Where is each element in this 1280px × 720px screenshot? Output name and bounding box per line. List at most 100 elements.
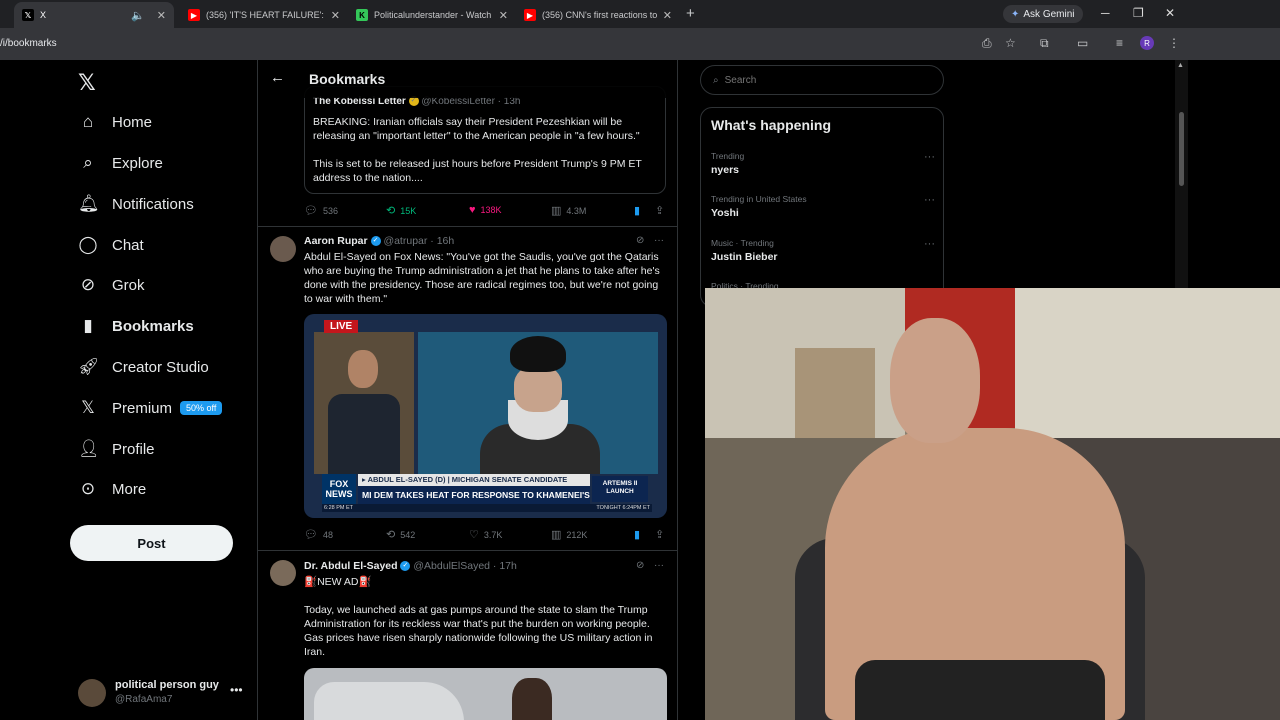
url-field[interactable]: /i/bookmarks	[0, 38, 57, 49]
views-button[interactable]: ▥ 212K	[551, 528, 587, 541]
like-button[interactable]: ♥ 138K	[469, 204, 502, 216]
home-icon: ⌂	[82, 112, 94, 131]
tab-close-icon[interactable]: ✕	[663, 9, 672, 22]
grok-explain-icon[interactable]: ⊘	[636, 560, 644, 571]
avatar[interactable]	[270, 236, 296, 262]
x-icon: 𝕏	[81, 398, 95, 417]
bell-icon: 🔔︎	[78, 194, 100, 213]
sidebar-item-label: Explore	[112, 154, 163, 172]
sidebar-item-label: Home	[112, 113, 153, 131]
more-dots-icon[interactable]: ···	[924, 194, 935, 206]
bookmark-button[interactable]: ▮	[634, 528, 640, 541]
sidebar-item-creator-studio[interactable]: 🚀︎ Creator Studio	[78, 352, 209, 382]
quoted-tweet[interactable]: The Kobeissi Letter ✓ @KobeissiLetter · …	[304, 86, 666, 194]
reply-button[interactable]: 💬︎ 536	[304, 204, 338, 217]
sidebar-item-bookmarks[interactable]: ▮ Bookmarks	[78, 311, 194, 341]
tab-close-icon[interactable]: ✕	[157, 9, 166, 22]
youtube-favicon-icon: ▶	[524, 9, 536, 21]
tweet-author[interactable]: Dr. Abdul El-Sayed	[304, 560, 398, 572]
view-count: 212K	[566, 529, 588, 540]
sidebar-item-more[interactable]: ⊙ More	[78, 474, 146, 504]
reply-icon: 💬︎	[304, 529, 318, 541]
back-arrow-icon[interactable]: ←	[270, 69, 285, 86]
install-app-icon[interactable]: ⎙	[982, 36, 992, 51]
artemis-badge: ARTEMIS II LAUNCH	[592, 476, 648, 502]
more-dots-icon[interactable]: ···	[924, 238, 935, 250]
more-dots-icon[interactable]: •••	[230, 683, 243, 697]
more-icon: ⊙	[80, 479, 96, 498]
view-count: 4.3M	[566, 205, 587, 216]
tweet-image[interactable]	[304, 668, 667, 720]
tweet-actions: 💬︎ 48 ⟲ 542 ♡ 3.7K ▥ 212K ▮ ⇪	[304, 528, 669, 544]
sidebar-item-grok[interactable]: ⊘ Grok	[78, 270, 145, 300]
sidebar-item-explore[interactable]: ⌕ Explore	[78, 148, 163, 178]
sidebar-item-notifications[interactable]: 🔔︎ Notifications	[78, 189, 194, 219]
ticker-clock: 6:28 PM ET	[324, 505, 354, 511]
chyron-headline: MI DEM TAKES HEAT FOR RESPONSE TO KHAMEN…	[358, 486, 590, 504]
split-view-icon[interactable]: ▭	[1077, 36, 1088, 50]
scrollbar-thumb[interactable]	[1179, 112, 1184, 186]
live-badge: LIVE	[324, 320, 359, 333]
sidebar-item-label: More	[112, 480, 147, 498]
new-tab-icon[interactable]: +	[686, 5, 695, 22]
sidebar-item-chat[interactable]: ◯ Chat	[78, 230, 143, 260]
close-window-icon[interactable]: ✕	[1165, 6, 1175, 20]
sidebar-item-home[interactable]: ⌂ Home	[78, 107, 152, 137]
tab-x[interactable]: 𝕏 X 🔈 ✕	[14, 2, 174, 28]
trend-item[interactable]: Music · Trending Justin Bieber ···	[711, 238, 935, 274]
more-dots-icon[interactable]: ···	[924, 151, 935, 163]
search-icon: ⌕	[713, 74, 719, 86]
minimize-icon[interactable]: ─	[1101, 6, 1110, 20]
person-icon: 👤︎	[78, 439, 100, 458]
chyron-subtitle: ▸ ABDUL EL-SAYED (D) | MICHIGAN SENATE C…	[358, 474, 590, 486]
post-button[interactable]: Post	[70, 525, 233, 561]
tweet-header: Dr. Abdul El-Sayed ✓ @AbdulElSayed · 17h	[304, 560, 517, 572]
tab-close-icon[interactable]: ✕	[499, 9, 508, 22]
grok-explain-icon[interactable]: ⊘	[636, 235, 644, 246]
tweet-video[interactable]: LIVE FOX NEWS ▸ ABDUL EL-SAYED (D) | MIC…	[304, 314, 667, 518]
sidebar-item-label: Bookmarks	[112, 317, 194, 335]
tab-youtube-cnn[interactable]: ▶ (356) CNN's first reactions to Tr ✕	[516, 2, 680, 28]
mute-icon[interactable]: 🔈	[131, 9, 145, 22]
account-switcher[interactable]: political person guy @RafaAma7 •••	[78, 677, 248, 709]
retweet-button[interactable]: ⟲ 542	[386, 528, 415, 541]
trend-item[interactable]: Trending nyers ···	[711, 151, 935, 187]
sidebar-item-premium[interactable]: 𝕏 Premium 50% off	[78, 393, 223, 423]
like-count: 138K	[480, 205, 502, 215]
video-panel-guest	[314, 332, 414, 474]
tab-youtube-heart-failure[interactable]: ▶ (356) 'IT'S HEART FAILURE': Ale ✕	[180, 2, 348, 28]
views-button[interactable]: ▥ 4.3M	[551, 204, 586, 217]
search-input[interactable]	[724, 74, 925, 86]
address-bar: /i/bookmarks ⎙ ☆ ⧉ ▭ ≡ R ⋮	[0, 28, 1280, 60]
sidebar-item-label: Profile	[112, 440, 155, 458]
restore-icon[interactable]: ❐	[1133, 6, 1144, 20]
trend-item[interactable]: Trending in United States Yoshi ···	[711, 194, 935, 230]
tab-close-icon[interactable]: ✕	[331, 9, 340, 22]
profile-avatar[interactable]: R	[1140, 36, 1154, 50]
like-button[interactable]: ♡ 3.7K	[469, 528, 502, 541]
tweet-author[interactable]: Aaron Rupar	[304, 235, 368, 247]
x-logo-icon[interactable]: 𝕏	[78, 70, 96, 96]
search-box[interactable]: ⌕	[700, 65, 944, 95]
more-dots-icon[interactable]: ···	[654, 235, 664, 246]
ask-gemini-button[interactable]: ✦ Ask Gemini	[1003, 5, 1083, 23]
more-dots-icon[interactable]: ···	[654, 560, 664, 571]
media-control-icon[interactable]: ≡	[1116, 36, 1123, 50]
browser-menu-icon[interactable]: ⋮	[1168, 36, 1180, 50]
scroll-up-arrow-icon[interactable]: ▲	[1177, 62, 1184, 69]
sidebar-item-profile[interactable]: 👤︎ Profile	[78, 434, 155, 464]
bookmark-button[interactable]: ▮	[634, 204, 640, 217]
retweet-button[interactable]: ⟲ 15K	[386, 204, 416, 217]
avatar[interactable]	[270, 560, 296, 586]
cam-cabinet	[795, 348, 875, 438]
share-button[interactable]: ⇪	[655, 204, 664, 217]
tweet-text: Abdul El-Sayed on Fox News: "You've got …	[304, 251, 660, 305]
bookmark-star-icon[interactable]: ☆	[1005, 36, 1016, 50]
tweet-meta: @atrupar · 16h	[383, 235, 455, 247]
reply-button[interactable]: 💬︎ 48	[304, 528, 333, 541]
extensions-icon[interactable]: ⧉	[1040, 36, 1049, 51]
tab-kick[interactable]: K Politicalunderstander - Watch c ✕	[348, 2, 516, 28]
ticker-tonight: TONIGHT 6:24PM ET	[596, 505, 650, 511]
share-button[interactable]: ⇪	[655, 528, 664, 541]
chat-icon: ◯	[78, 235, 98, 254]
